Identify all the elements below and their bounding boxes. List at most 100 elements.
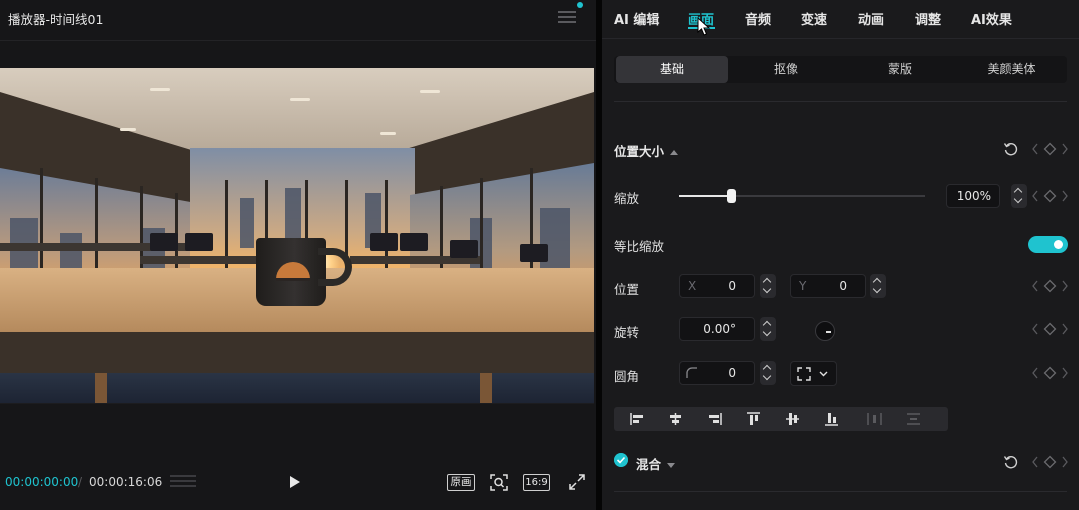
preview-monitor — [370, 233, 398, 251]
chevron-down-icon — [819, 371, 828, 377]
fullscreen-icon[interactable] — [568, 473, 586, 491]
preview-mug-logo — [276, 278, 310, 281]
inspector-panel: AI 编辑 画面 音频 变速 动画 调整 AI效果 基础 抠像 蒙版 美颜美体 … — [602, 0, 1079, 510]
tab-ai-effects[interactable]: AI效果 — [971, 9, 1012, 28]
section-position-size[interactable]: 位置大小 — [614, 141, 679, 160]
preview-desk-row — [0, 243, 210, 251]
x-value: 0 — [728, 279, 736, 293]
preview-desk-row — [140, 256, 270, 264]
total-time: 00:00:16:06 — [89, 475, 163, 489]
position-label: 位置 — [614, 282, 640, 297]
preview-table-leg — [480, 373, 492, 403]
menu-icon[interactable] — [558, 8, 576, 24]
corner-value: 0 — [728, 366, 736, 380]
preview-monitor — [150, 233, 178, 251]
subtab-cutout[interactable]: 抠像 — [730, 56, 842, 83]
rotation-value: 0.00° — [703, 322, 736, 336]
y-value: 0 — [839, 279, 847, 293]
original-quality-button[interactable]: 原画 — [447, 474, 475, 491]
player-panel: 播放器-时间线01 00:00:00:00 / 00:00:16:06 原画 1… — [0, 0, 596, 510]
section-title: 混合 — [636, 457, 662, 472]
scale-slider-handle[interactable] — [727, 189, 736, 203]
position-y-stepper[interactable] — [870, 274, 886, 298]
scale-input[interactable]: 100% — [946, 184, 1000, 208]
subtab-beauty[interactable]: 美颜美体 — [956, 56, 1067, 83]
preview-light — [380, 132, 396, 135]
corner-frame-icon — [797, 367, 811, 381]
divider — [602, 38, 1079, 39]
align-right-icon[interactable] — [696, 407, 733, 431]
rotation-dial[interactable] — [815, 321, 835, 341]
preview-table-leg — [95, 373, 107, 403]
keyframe-icon[interactable] — [1032, 189, 1068, 203]
distribute-vertical-icon — [907, 413, 920, 425]
scale-label: 缩放 — [614, 191, 640, 206]
caret-up-icon — [670, 150, 679, 155]
y-prefix: Y — [799, 279, 807, 293]
cursor-icon — [697, 17, 711, 36]
toggle-knob — [1054, 240, 1063, 249]
rotation-input[interactable]: 0.00° — [679, 317, 755, 341]
rotation-label: 旋转 — [614, 325, 640, 340]
divider — [614, 101, 1067, 102]
tab-ai-edit[interactable]: AI 编辑 — [614, 9, 659, 28]
preview-light — [150, 88, 170, 91]
align-top-icon[interactable] — [735, 407, 772, 431]
divider — [614, 491, 1067, 492]
corner-style-dropdown[interactable] — [790, 361, 837, 386]
aspect-ratio-button[interactable]: 16:9 — [523, 474, 550, 491]
time-separator: / — [78, 475, 83, 489]
subtab-basic[interactable]: 基础 — [616, 56, 728, 83]
reset-icon[interactable] — [1003, 141, 1019, 157]
keyframe-icon[interactable] — [1032, 455, 1068, 469]
position-x-input[interactable]: X 0 — [679, 274, 755, 298]
focus-icon[interactable] — [489, 473, 509, 492]
position-y-input[interactable]: Y 0 — [790, 274, 866, 298]
corner-stepper[interactable] — [760, 361, 776, 385]
scale-stepper[interactable] — [1011, 184, 1027, 208]
preview-light — [120, 128, 136, 131]
tab-animation[interactable]: 动画 — [858, 9, 884, 28]
notification-dot — [577, 2, 583, 8]
rotation-stepper[interactable] — [760, 317, 776, 341]
subtab-mask[interactable]: 蒙版 — [844, 56, 956, 83]
sub-tabs: 基础 抠像 蒙版 美颜美体 — [614, 56, 1067, 83]
preview-floor — [0, 373, 594, 403]
keyframe-icon[interactable] — [1032, 322, 1068, 336]
align-bottom-icon[interactable] — [813, 407, 850, 431]
top-tabs: AI 编辑 画面 音频 变速 动画 调整 AI效果 — [602, 0, 1079, 36]
play-icon[interactable] — [286, 474, 302, 490]
keyframe-icon[interactable] — [1032, 366, 1068, 380]
uniform-scale-label: 等比缩放 — [614, 239, 665, 254]
scale-value: 100% — [956, 189, 991, 203]
align-middle-vertical-icon[interactable] — [774, 407, 811, 431]
corner-radius-icon — [686, 367, 697, 378]
video-preview[interactable] — [0, 68, 594, 403]
preview-light — [290, 98, 310, 101]
position-x-stepper[interactable] — [760, 274, 776, 298]
tab-audio[interactable]: 音频 — [745, 9, 771, 28]
align-center-horizontal-icon[interactable] — [657, 407, 694, 431]
preview-building — [240, 198, 254, 248]
caret-down-icon — [667, 463, 676, 468]
divider — [0, 403, 594, 404]
keyframe-icon[interactable] — [1032, 279, 1068, 293]
list-icon[interactable] — [170, 475, 196, 489]
preview-monitor — [400, 233, 428, 251]
tab-adjust[interactable]: 调整 — [915, 9, 941, 28]
preview-monitor — [450, 240, 478, 258]
corner-input[interactable]: 0 — [679, 361, 755, 385]
divider — [0, 40, 596, 41]
reset-icon[interactable] — [1003, 454, 1019, 470]
player-title: 播放器-时间线01 — [8, 12, 104, 27]
current-time: 00:00:00:00 — [5, 475, 79, 489]
align-left-icon[interactable] — [619, 407, 656, 431]
corner-label: 圆角 — [614, 369, 640, 384]
section-blend[interactable]: 混合 — [636, 454, 676, 473]
distribute-horizontal-icon — [867, 413, 882, 425]
blend-checkbox[interactable] — [614, 453, 628, 467]
keyframe-icon[interactable] — [1032, 142, 1068, 156]
tab-speed[interactable]: 变速 — [801, 9, 827, 28]
x-prefix: X — [688, 279, 697, 293]
section-title: 位置大小 — [614, 144, 665, 159]
